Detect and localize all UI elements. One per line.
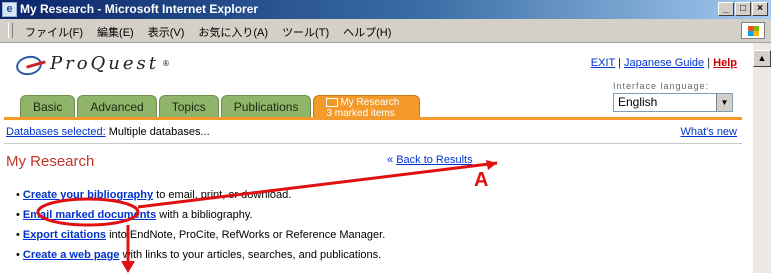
highlight-ellipse: [36, 197, 140, 227]
vertical-scrollbar[interactable]: ▲: [753, 43, 771, 273]
maximize-button[interactable]: □: [735, 2, 751, 16]
menu-view[interactable]: 表示(V): [148, 24, 185, 40]
menu-help[interactable]: ヘルプ(H): [343, 24, 391, 40]
minimize-button[interactable]: _: [718, 2, 734, 16]
page-viewport: ProQuest ® EXIT | Japanese Guide | Help I…: [2, 43, 753, 273]
title-bar: e My Research - Microsoft Internet Explo…: [0, 0, 771, 19]
annotation-label: A: [474, 169, 489, 191]
close-button[interactable]: ×: [752, 2, 768, 16]
pointer-line: [137, 161, 498, 209]
annotation-overlay: [36, 160, 498, 273]
menu-bar: ファイル(F) 編集(E) 表示(V) お気に入り(A) ツール(T) ヘルプ(…: [0, 19, 771, 43]
ie-icon: e: [2, 2, 17, 17]
windows-logo-icon: [741, 22, 765, 39]
menu-grip: [8, 23, 13, 38]
window-title: My Research - Microsoft Internet Explore…: [20, 2, 259, 16]
menu-tools[interactable]: ツール(T): [282, 24, 329, 40]
menu-favorites[interactable]: お気に入り(A): [198, 24, 268, 40]
scroll-up-icon[interactable]: ▲: [753, 50, 771, 67]
down-arrow-icon: [121, 261, 135, 273]
menu-edit[interactable]: 編集(E): [97, 24, 134, 40]
menu-file[interactable]: ファイル(F): [25, 24, 83, 40]
